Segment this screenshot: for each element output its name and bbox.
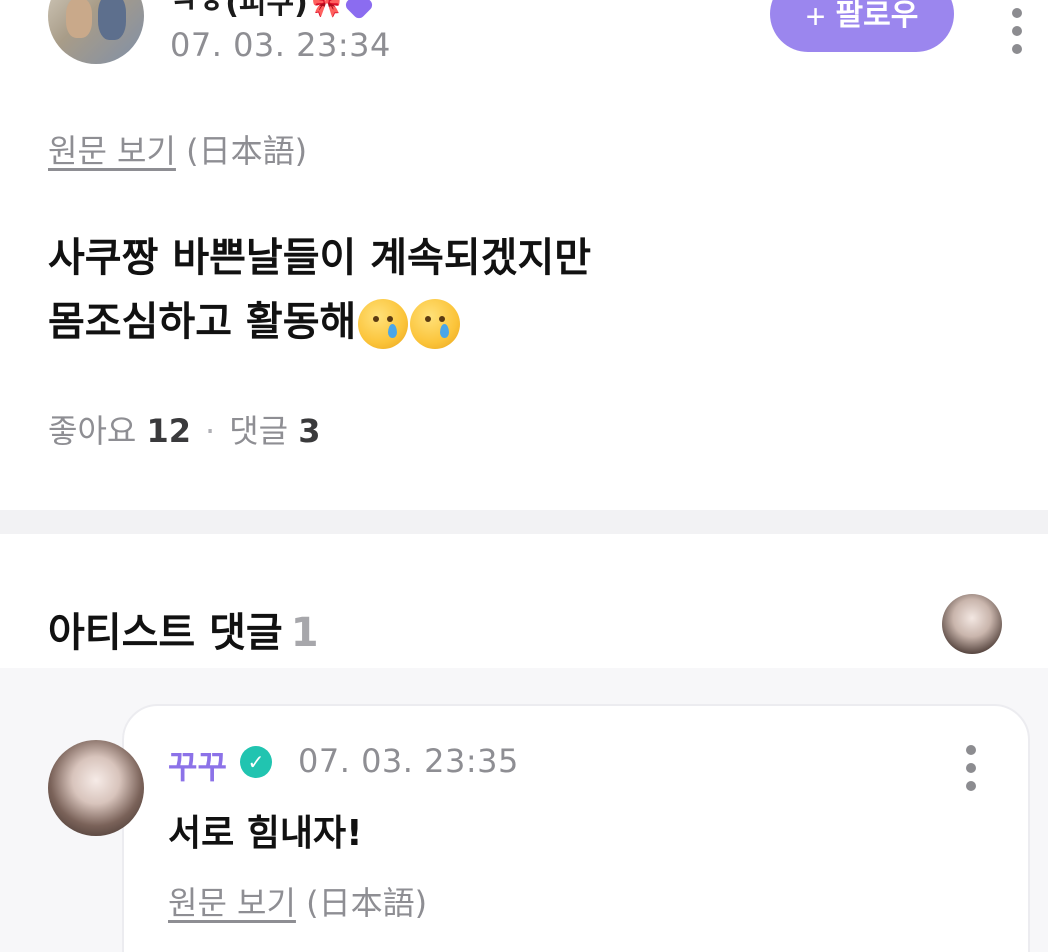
more-vertical-icon[interactable]: [1010, 8, 1024, 54]
follow-label: 팔로우: [835, 0, 919, 32]
author-avatar[interactable]: [48, 0, 144, 64]
artist-comments-title: 아티스트 댓글 1: [48, 600, 319, 658]
likes-count: 12: [146, 412, 192, 450]
view-original-link[interactable]: 원문 보기: [48, 132, 176, 170]
post-text-line-2: 몸조심하고 활동해: [48, 290, 591, 354]
view-original-row: 원문 보기 (日本語): [48, 126, 307, 172]
crying-face-emoji: [410, 299, 461, 349]
author-name[interactable]: ㅋㅎ(피쿠) 🎀: [170, 0, 375, 22]
commenter-name[interactable]: 꾸꾸: [168, 742, 227, 788]
artist-comments-title-text: 아티스트 댓글: [48, 610, 283, 656]
comment-text: 서로 힘내자!: [168, 813, 363, 854]
comments-label: 댓글: [229, 412, 289, 450]
comment-view-original-row: 원문 보기 (日本語): [168, 878, 427, 924]
likes-stat[interactable]: 좋아요 12: [48, 412, 191, 450]
comment-timestamp: 07. 03. 23:35: [298, 742, 519, 780]
likes-label: 좋아요: [48, 412, 137, 450]
artist-avatar-small[interactable]: [942, 594, 1002, 654]
comment-original-language: (日本語): [306, 884, 428, 922]
post-detail-page: ㅋㅎ(피쿠) 🎀 07. 03. 23:34 + 팔로우 원문 보기 (日本語) …: [0, 0, 1048, 952]
artist-comments-count: 1: [290, 610, 319, 656]
membership-badge-icon: [343, 0, 375, 21]
comments-stat[interactable]: 댓글 3: [229, 412, 320, 450]
verified-badge-icon: ✓: [240, 746, 272, 778]
comment-more-vertical-icon[interactable]: [964, 745, 978, 791]
original-language: (日本語): [186, 132, 308, 170]
plus-icon: +: [805, 0, 826, 36]
follow-button[interactable]: + 팔로우: [770, 0, 954, 52]
post-stats: 좋아요 12 · 댓글 3: [48, 406, 321, 452]
post-body: 사쿠짱 바쁜날들이 계속되겠지만 몸조심하고 활동해: [48, 226, 591, 354]
section-divider: [0, 510, 1048, 534]
post-header: ㅋㅎ(피쿠) 🎀 07. 03. 23:34 + 팔로우: [0, 0, 1048, 80]
post-text-line-2-text: 몸조심하고 활동해: [48, 299, 357, 345]
stat-separator: ·: [205, 412, 216, 450]
ribbon-emoji-icon: 🎀: [311, 0, 342, 19]
comment-view-original-link[interactable]: 원문 보기: [168, 884, 296, 922]
crying-face-emoji: [358, 299, 409, 349]
post-timestamp: 07. 03. 23:34: [170, 26, 391, 64]
author-name-text: ㅋㅎ(피쿠): [170, 0, 308, 21]
post-text-line-1: 사쿠짱 바쁜날들이 계속되겠지만: [48, 235, 592, 281]
commenter-avatar[interactable]: [48, 740, 144, 836]
comments-count: 3: [298, 412, 321, 450]
